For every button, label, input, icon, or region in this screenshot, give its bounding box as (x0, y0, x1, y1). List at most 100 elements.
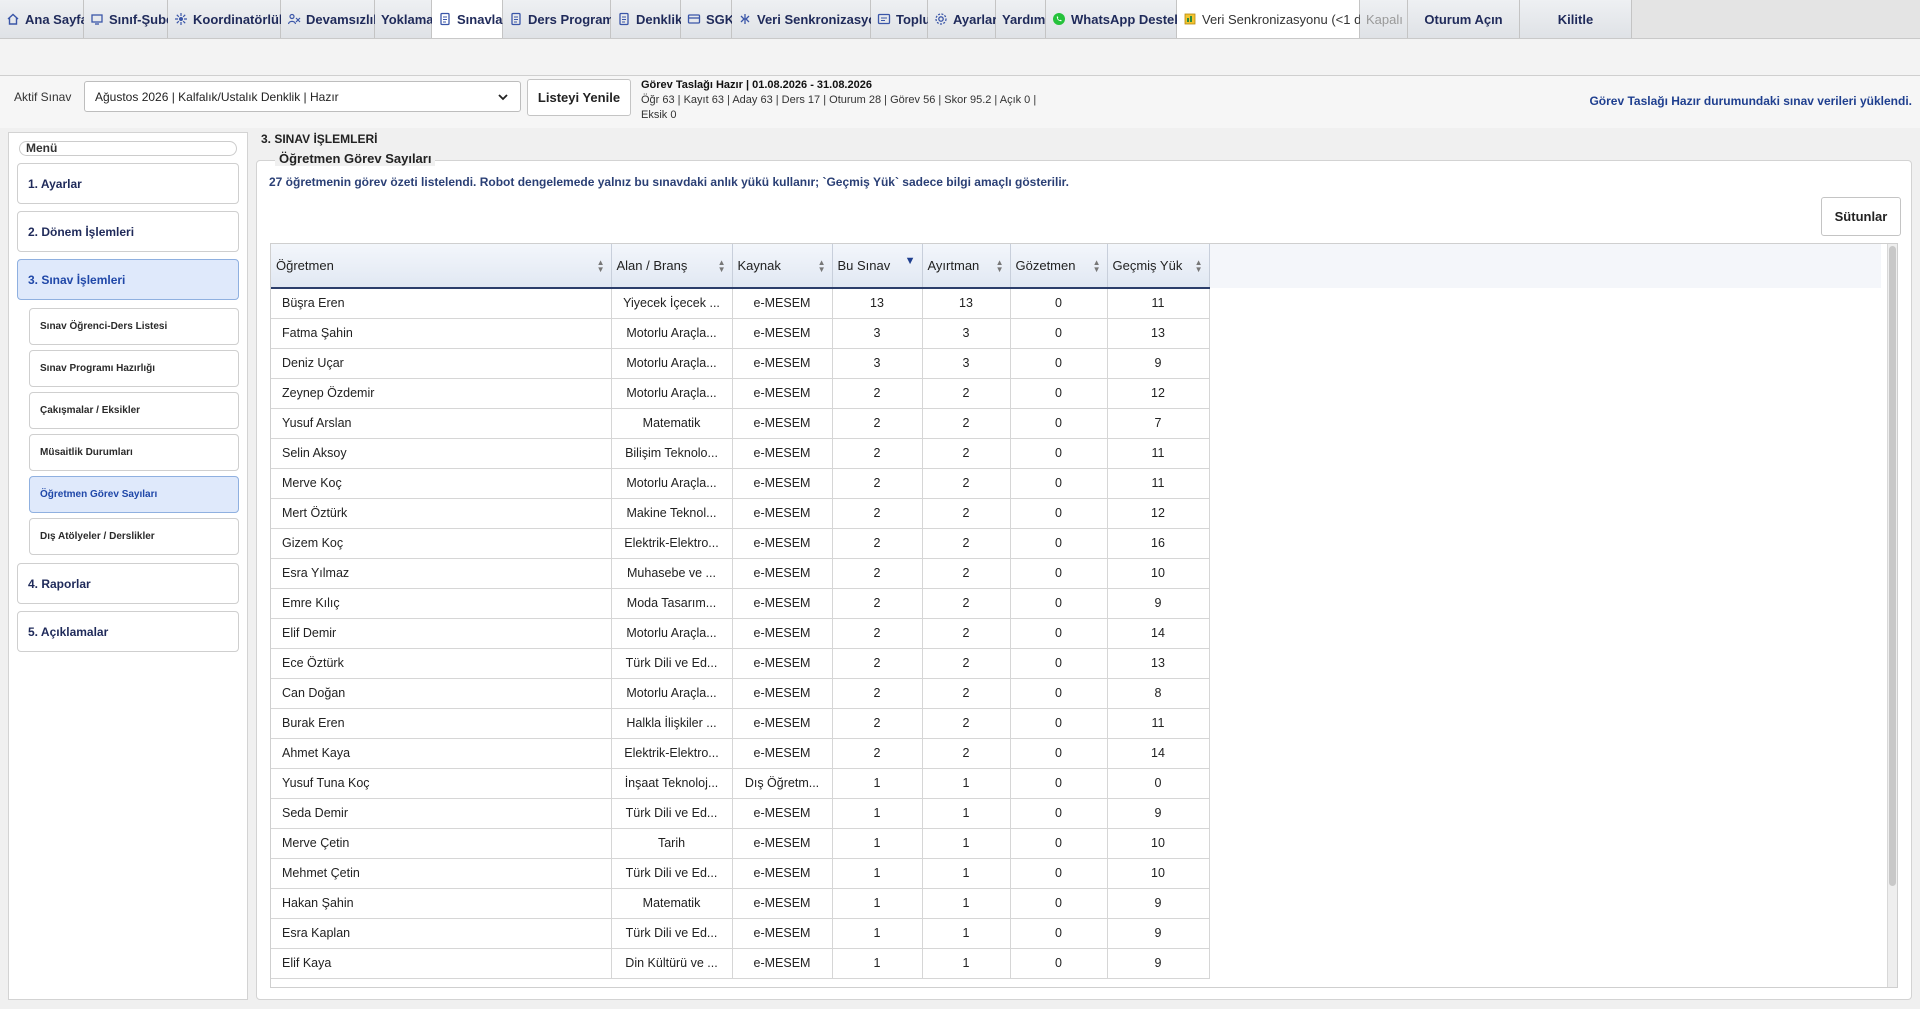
cell-past-load: 13 (1107, 318, 1210, 349)
tab-oturum-a-n[interactable]: Oturum Açın (1408, 0, 1520, 38)
cell-this-exam: 2 (832, 678, 923, 709)
tab-label: Sınıf-Şube (109, 11, 174, 27)
tab-yoklama[interactable]: Yoklama (375, 0, 434, 38)
table-row[interactable]: Emre Kılıç Moda Tasarım... e-MESEM 2 2 0 9 (271, 588, 1210, 619)
cell-proctor: 0 (1010, 648, 1108, 679)
exam-summary: Görev Taslağı Hazır | 01.08.2026 - 31.08… (641, 78, 1061, 123)
cell-past-load: 7 (1107, 408, 1210, 439)
column-header-this-exam[interactable]: Bu Sınav ▼ (832, 244, 923, 289)
table-row[interactable]: Gizem Koç Elektrik-Elektro... e-MESEM 2 2 0 16 (271, 528, 1210, 559)
table-row[interactable]: Mehmet Çetin Türk Dili ve Ed... e-MESEM 1 1 0… (271, 858, 1210, 889)
submenu-student-course-list[interactable]: Sınav Öğrenci-Ders Listesi (29, 308, 239, 345)
tab-sgk[interactable]: SGK (681, 0, 735, 38)
table-row[interactable]: Zeynep Özdemir Motorlu Araçla... e-MESEM 2 2… (271, 378, 1210, 409)
table-row[interactable]: Fatma Şahin Motorlu Araçla... e-MESEM 3 3 0 13 (271, 318, 1210, 349)
cell-source: e-MESEM (732, 408, 833, 439)
submenu-availability[interactable]: Müsaitlik Durumları (29, 434, 239, 471)
cell-source: Dış Öğretm... (732, 768, 833, 799)
tab-label: Denklik (636, 11, 683, 27)
column-header-teacher[interactable]: Öğretmen ▲ ▼ (271, 244, 612, 289)
cell-this-exam: 2 (832, 648, 923, 679)
table-row[interactable]: Mert Öztürk Makine Teknol... e-MESEM 2 2 0 12 (271, 498, 1210, 529)
submenu-external-workshops[interactable]: Dış Atölyeler / Derslikler (29, 518, 239, 555)
tab-veri-senkronizasyonu-1-dk[interactable]: Veri Senkronizasyonu (<1 dk) (1177, 0, 1372, 38)
tab-s-navlar[interactable]: Sınavlar (432, 0, 508, 38)
tab-veri-senkronizasyon[interactable]: Veri Senkronizasyon (732, 0, 884, 38)
table-row[interactable]: Elif Demir Motorlu Araçla... e-MESEM 2 2 0 14 (271, 618, 1210, 649)
cell-past-load: 11 (1107, 288, 1210, 319)
tab-kilitle[interactable]: Kilitle (1520, 0, 1632, 38)
tab-label: SGK (706, 11, 735, 27)
cell-source: e-MESEM (732, 468, 833, 499)
table-row[interactable]: Burak Eren Halkla İlişkiler ... e-MESEM 2 2 0… (271, 708, 1210, 739)
column-header-proctor[interactable]: Gözetmen ▲ ▼ (1010, 244, 1108, 289)
vertical-scrollbar[interactable] (1887, 244, 1897, 987)
column-header-field-branch[interactable]: Alan / Branş ▲ ▼ (611, 244, 733, 289)
cell-field-branch: Motorlu Araçla... (611, 378, 733, 409)
cell-field-branch: Motorlu Araçla... (611, 318, 733, 349)
cell-teacher: Elif Kaya (271, 948, 612, 979)
column-header-past-load[interactable]: Geçmiş Yük ▲ ▼ (1107, 244, 1210, 289)
cell-examiner: 1 (922, 828, 1011, 859)
tab-ayarlar[interactable]: Ayarlar (928, 0, 997, 38)
cell-proctor: 0 (1010, 678, 1108, 709)
table-row[interactable]: Can Doğan Motorlu Araçla... e-MESEM 2 2 0 8 (271, 678, 1210, 709)
table-row[interactable]: Deniz Uçar Motorlu Araçla... e-MESEM 3 3 0 9 (271, 348, 1210, 379)
cell-field-branch: Motorlu Araçla... (611, 678, 733, 709)
tab-label: Kapalı (1366, 11, 1403, 27)
table-row[interactable]: Yusuf Tuna Koç İnşaat Teknoloj... Dış Öğre… (271, 768, 1210, 799)
table-row[interactable]: Esra Kaplan Türk Dili ve Ed... e-MESEM 1 1 0 9 (271, 918, 1210, 949)
tab-ana-sayfa[interactable]: Ana Sayfa (0, 0, 88, 38)
tab-whatsapp-destek[interactable]: WhatsApp Destek (1046, 0, 1182, 38)
cell-source: e-MESEM (732, 288, 833, 319)
table-row[interactable]: Elif Kaya Din Kültürü ve ... e-MESEM 1 1 0 9 (271, 948, 1210, 979)
submenu-exam-schedule-prep[interactable]: Sınav Programı Hazırlığı (29, 350, 239, 387)
menu-item-exam-operations[interactable]: 3. Sınav İşlemleri (17, 259, 239, 300)
columns-button[interactable]: Sütunlar (1821, 197, 1901, 236)
bulk-icon (877, 12, 891, 26)
menu-item-term-operations[interactable]: 2. Dönem İşlemleri (17, 211, 239, 252)
cell-examiner: 2 (922, 498, 1011, 529)
table-row[interactable]: Merve Çetin Tarih e-MESEM 1 1 0 10 (271, 828, 1210, 859)
whatsapp-icon (1052, 12, 1066, 26)
menu-item-explanations[interactable]: 5. Açıklamalar (17, 611, 239, 652)
cell-field-branch: Elektrik-Elektro... (611, 738, 733, 769)
cell-proctor: 0 (1010, 948, 1108, 979)
table-row[interactable]: Seda Demir Türk Dili ve Ed... e-MESEM 1 1 0 9 (271, 798, 1210, 829)
table-row[interactable]: Ece Öztürk Türk Dili ve Ed... e-MESEM 2 2 0 13 (271, 648, 1210, 679)
tab-yard-m[interactable]: Yardım (996, 0, 1046, 38)
table-row[interactable]: Merve Koç Motorlu Araçla... e-MESEM 2 2 0 11 (271, 468, 1210, 499)
tab-koordinat-rl-k[interactable]: Koordinatörlük (168, 0, 286, 38)
refresh-list-button[interactable]: Listeyi Yenile (527, 79, 631, 116)
tab-kapal[interactable]: Kapalı (1360, 0, 1408, 38)
scrollbar-thumb[interactable] (1889, 246, 1896, 886)
table-row[interactable]: Selin Aksoy Bilişim Teknolo... e-MESEM 2 2 0 1… (271, 438, 1210, 469)
active-exam-select[interactable]: Ağustos 2026 | Kalfalık/Ustalık Denklik … (84, 81, 521, 112)
absence-icon (287, 12, 301, 26)
column-header-examiner[interactable]: Ayırtman ▲ ▼ (922, 244, 1011, 289)
panel-title: Öğretmen Görev Sayıları (275, 151, 436, 166)
tab-ders-program[interactable]: Ders Programı (503, 0, 618, 38)
cell-past-load: 8 (1107, 678, 1210, 709)
cell-examiner: 1 (922, 948, 1011, 979)
cell-examiner: 2 (922, 588, 1011, 619)
submenu-teacher-duty-counts[interactable]: Öğretmen Görev Sayıları (29, 476, 239, 513)
table-row[interactable]: Hakan Şahin Matematik e-MESEM 1 1 0 9 (271, 888, 1210, 919)
column-header-source[interactable]: Kaynak ▲ ▼ (732, 244, 833, 289)
tab-devams-zl-k[interactable]: Devamsızlık (281, 0, 380, 38)
menu-item-settings[interactable]: 1. Ayarlar (17, 163, 239, 204)
table-row[interactable]: Esra Yılmaz Muhasebe ve ... e-MESEM 2 2 0 10 (271, 558, 1210, 589)
table-row[interactable]: Büşra Eren Yiyecek İçecek ... e-MESEM 13 13 0… (271, 288, 1210, 319)
tab-denklik[interactable]: Denklik (611, 0, 683, 38)
tab-toplu[interactable]: Toplu (871, 0, 930, 38)
menu-item-reports[interactable]: 4. Raporlar (17, 563, 239, 604)
tab-label: Sınavlar (457, 11, 508, 27)
submenu-conflicts-missing[interactable]: Çakışmalar / Eksikler (29, 392, 239, 429)
cell-source: e-MESEM (732, 708, 833, 739)
cell-teacher: Büşra Eren (271, 288, 612, 319)
table-row[interactable]: Yusuf Arslan Matematik e-MESEM 2 2 0 7 (271, 408, 1210, 439)
sort-icon: ▲ ▼ (717, 258, 726, 274)
table-row[interactable]: Ahmet Kaya Elektrik-Elektro... e-MESEM 2 2 0 1… (271, 738, 1210, 769)
tab-s-n-f-ube[interactable]: Sınıf-Şube (84, 0, 173, 38)
cell-examiner: 3 (922, 318, 1011, 349)
